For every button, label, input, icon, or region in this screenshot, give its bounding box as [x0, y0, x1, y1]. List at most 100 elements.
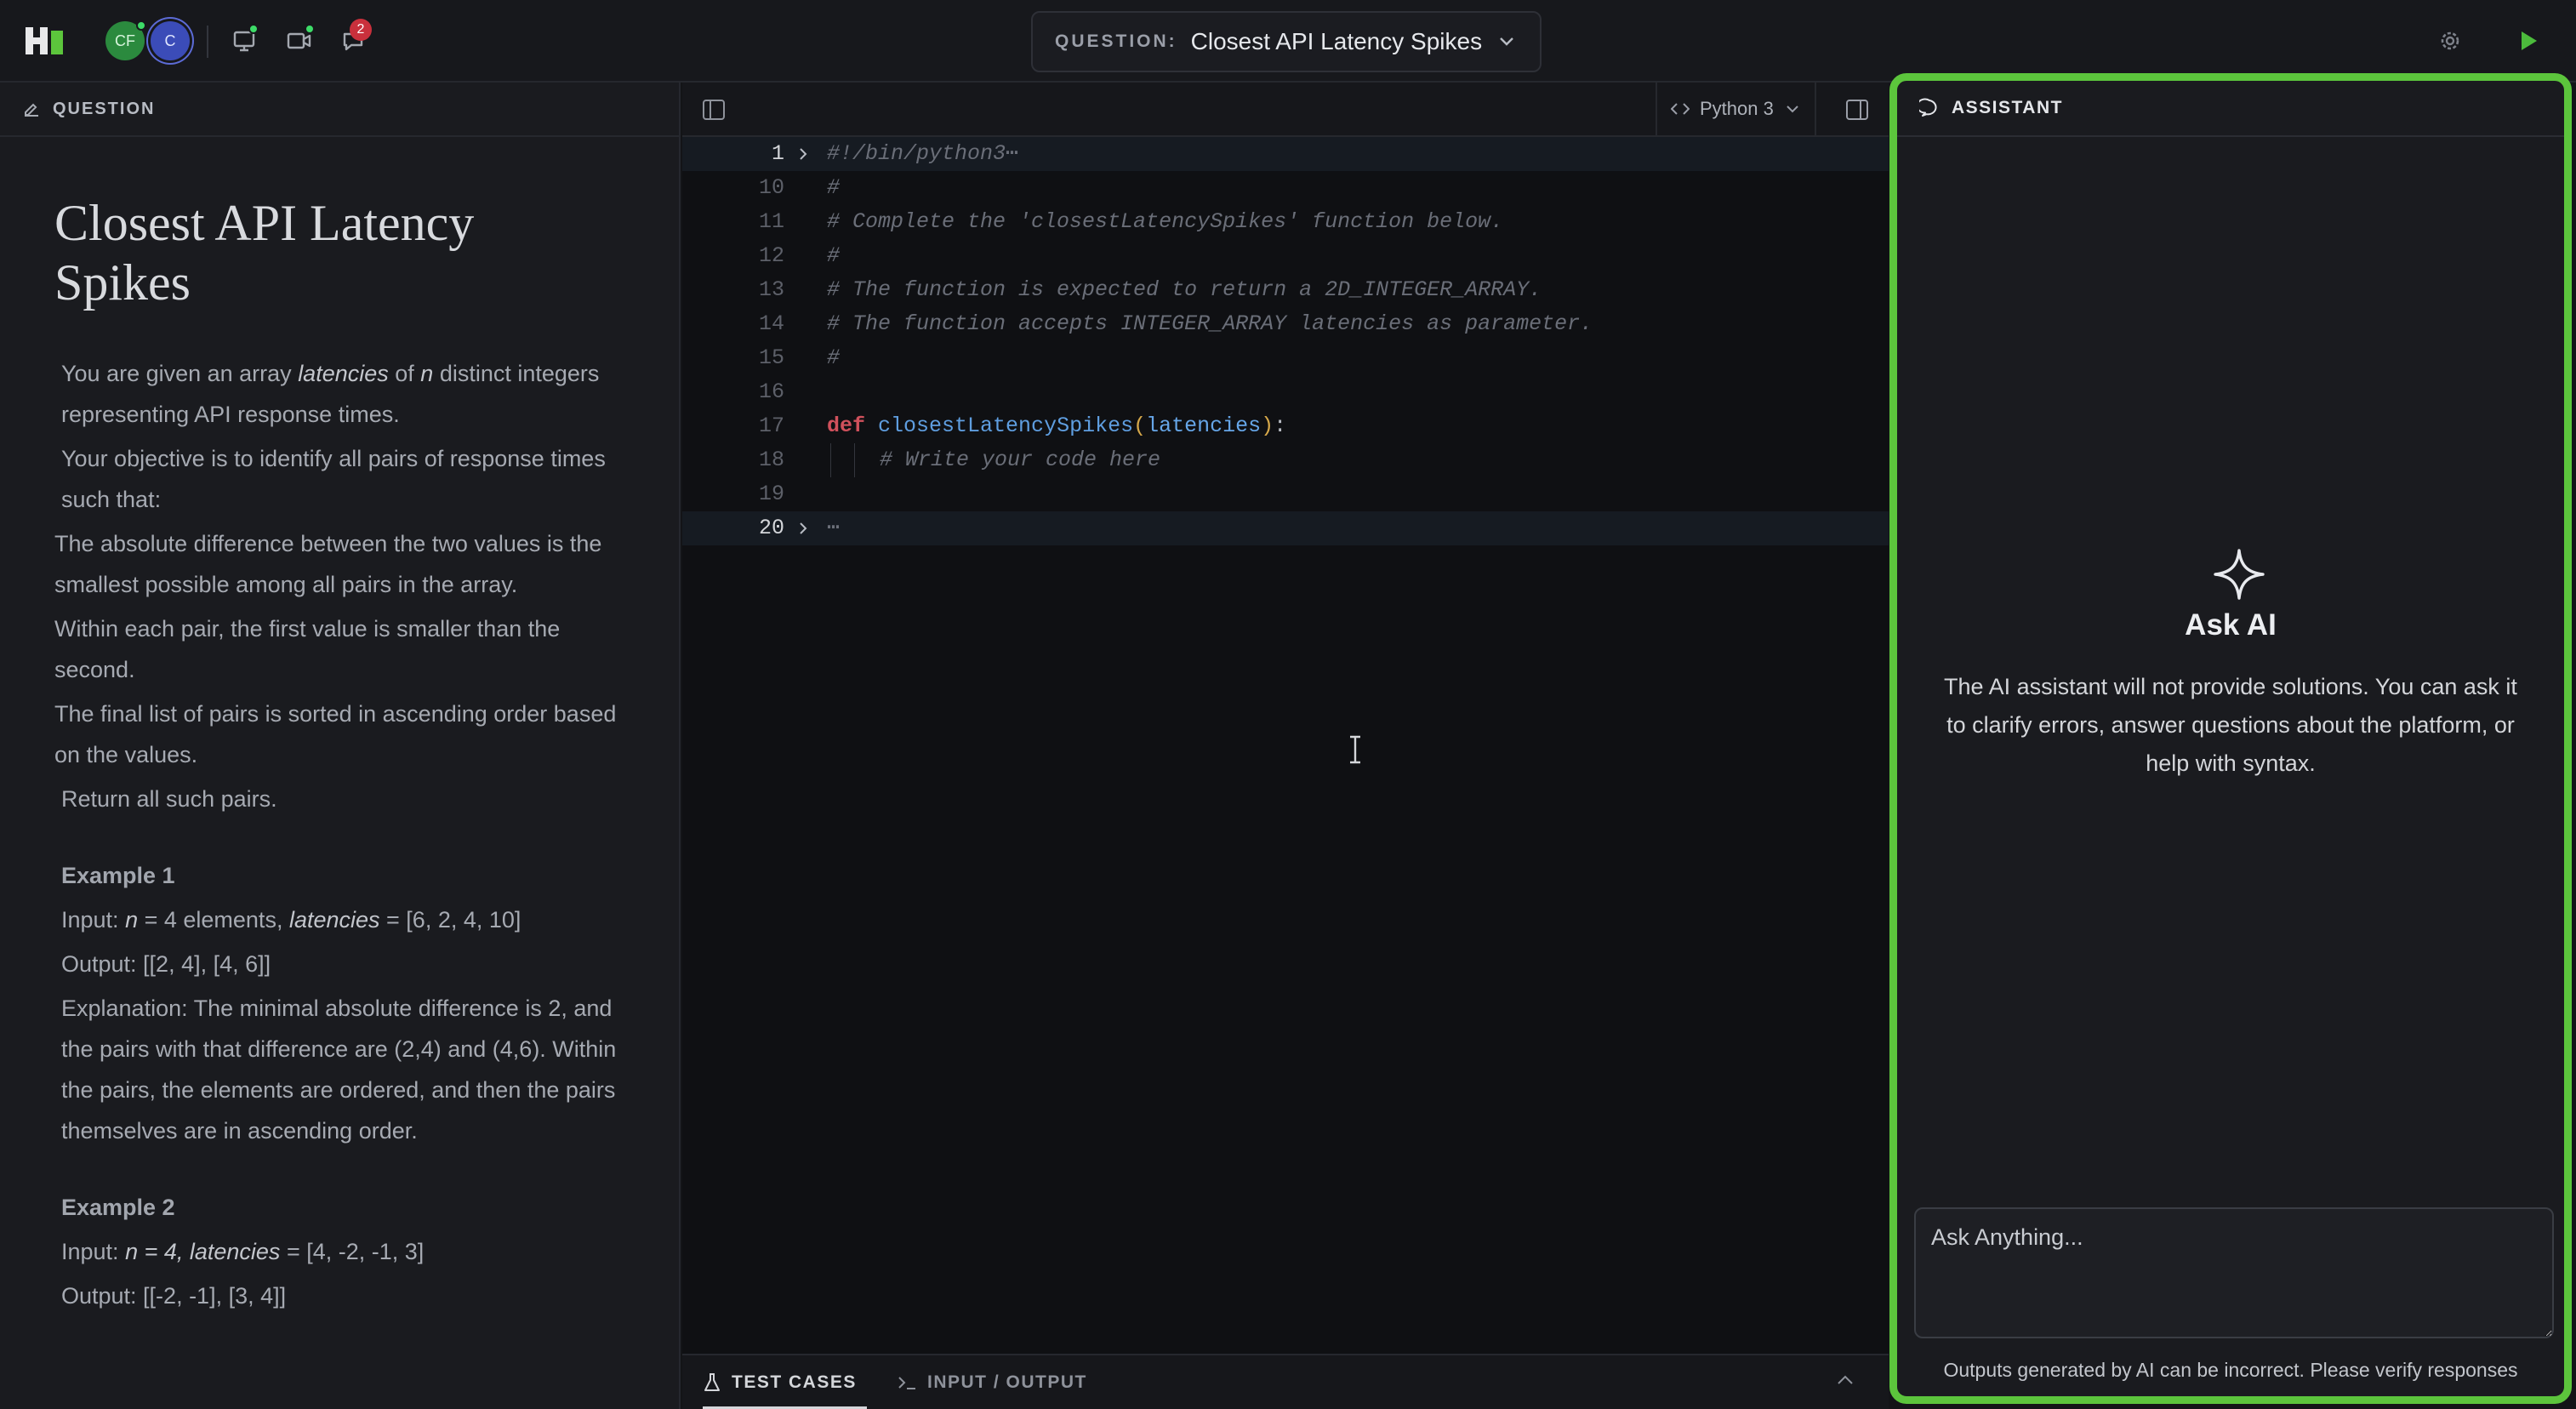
example-output: Output: [[-2, -1], [3, 4]] [61, 1283, 287, 1309]
language-selector[interactable]: Python 3 [1656, 83, 1816, 135]
colon: : [1274, 414, 1287, 438]
code-line[interactable]: 11 # Complete the 'closestLatencySpikes'… [682, 205, 1889, 239]
assistant-description: The AI assistant will not provide soluti… [1944, 674, 2517, 776]
function-name: closestLatencySpikes [878, 414, 1134, 438]
terminal-icon [898, 1376, 915, 1389]
editor-toolbar: Python 3 [682, 83, 1889, 137]
editor-bottom-bar: TEST CASES INPUT / OUTPUT [682, 1354, 1889, 1409]
comment: #!/bin/python3 [827, 141, 1006, 166]
code-line[interactable]: 12 # [682, 239, 1889, 273]
avatar-c[interactable]: C [151, 21, 190, 60]
line-number: 10 [758, 175, 784, 200]
tab-input-output[interactable]: INPUT / OUTPUT [897, 1355, 1087, 1409]
code-text: # [827, 345, 841, 370]
code-line[interactable]: 17 def closestLatencySpikes(latencies): [682, 409, 1889, 443]
code-line[interactable]: 19 [682, 477, 1889, 511]
code-line[interactable]: 1 #!/bin/python3⋯ [682, 137, 1889, 171]
fold-chevron-icon[interactable] [796, 522, 810, 535]
line-number: 16 [758, 379, 784, 404]
code-editor[interactable]: Python 3 1 #!/bin/python3⋯ 10 # 11 # Com… [682, 83, 1889, 1409]
rule-item: The final list of pairs is sorted in asc… [54, 701, 617, 767]
code-text: # The function is expected to return a 2… [827, 277, 1542, 302]
example-title: Example 2 [61, 1195, 175, 1220]
parameter: latencies [1146, 414, 1262, 438]
code-line[interactable]: 15 # [682, 341, 1889, 375]
question-selector[interactable]: QUESTION: Closest API Latency Spikes [1031, 11, 1542, 72]
text: of [388, 361, 421, 386]
assistant-label: ASSISTANT [1952, 98, 2063, 117]
objective-paragraph: Your objective is to identify all pairs … [61, 446, 606, 512]
question-label: QUESTION: [1055, 31, 1177, 51]
variable: latencies [288, 907, 380, 933]
question-panel: QUESTION Closest API Latency Spikes You … [0, 83, 681, 1409]
chevron-down-icon [1787, 106, 1798, 113]
question-title: Closest API Latency Spikes [1190, 28, 1483, 54]
variable: n [420, 361, 434, 386]
fold-chevron-icon[interactable] [796, 147, 810, 161]
code-text: # [827, 175, 841, 200]
code-text: # Write your code here [880, 448, 1161, 472]
paren: ( [1133, 414, 1147, 438]
example-title: Example 1 [61, 863, 175, 888]
tab-test-cases[interactable]: TEST CASES [703, 1355, 867, 1409]
line-number: 11 [758, 209, 784, 234]
keyword: def [827, 414, 866, 438]
line-number: 14 [758, 311, 784, 336]
question-description: You are given an array latencies of n di… [54, 353, 633, 1320]
text: = 4 elements, [138, 907, 289, 933]
run-icon[interactable] [2511, 24, 2545, 58]
example-explanation: Explanation: The minimal absolute differ… [61, 995, 617, 1144]
logo-icon[interactable] [26, 27, 63, 54]
line-number: 15 [758, 345, 784, 370]
variable: n = 4, latencies [125, 1239, 281, 1264]
question-panel-label: QUESTION [53, 99, 156, 118]
line-number: 12 [758, 243, 784, 268]
question-panel-header: QUESTION [0, 83, 679, 137]
text: You are given an array [61, 361, 299, 386]
text: Input: [61, 1239, 126, 1264]
tab-label: INPUT / OUTPUT [927, 1372, 1087, 1392]
tab-label: TEST CASES [732, 1372, 857, 1392]
example-input: Input: n = 4 elements, latencies = [6, 2… [54, 899, 633, 940]
divider [207, 26, 208, 58]
online-indicator [136, 20, 146, 31]
avatar-initials: CF [115, 31, 135, 49]
folded-ellipsis: ⋯ [827, 516, 841, 540]
example-input: Input: n = 4, latencies = [4, -2, -1, 3] [54, 1231, 633, 1272]
text-cursor-icon [1350, 735, 1360, 764]
code-text: def closestLatencySpikes(latencies): [827, 409, 1286, 443]
sidebar-toggle-icon[interactable] [701, 98, 727, 122]
code-text: # Complete the 'closestLatencySpikes' fu… [827, 209, 1504, 234]
code-text: # The function accepts INTEGER_ARRAY lat… [827, 311, 1593, 336]
chevron-down-icon [1500, 37, 1513, 46]
active-indicator [305, 24, 315, 34]
chat-bubble-icon [1919, 98, 1937, 117]
top-bar: CF C 2 QUESTION: Closest API Latency Spi… [0, 0, 2576, 83]
sidebar-toggle-icon[interactable] [1844, 98, 1870, 122]
return-paragraph: Return all such pairs. [61, 786, 277, 812]
ai-disclaimer: Outputs generated by AI can be incorrect… [1943, 1359, 2518, 1381]
paren: ) [1261, 414, 1274, 438]
folded-ellipsis: ⋯ [1006, 141, 1019, 166]
intro-paragraph: You are given an array latencies of n di… [54, 353, 633, 435]
code-line[interactable]: 16 [682, 375, 1889, 409]
settings-icon[interactable] [2435, 26, 2465, 56]
code-area[interactable]: 1 #!/bin/python3⋯ 10 # 11 # Complete the… [682, 137, 1889, 545]
chevron-up-icon[interactable] [1836, 1374, 1855, 1386]
line-number: 18 [758, 448, 784, 472]
code-line[interactable]: 13 # The function is expected to return … [682, 273, 1889, 307]
code-line[interactable]: 14 # The function accepts INTEGER_ARRAY … [682, 307, 1889, 341]
example-output: Output: [[2, 4], [4, 6]] [61, 951, 271, 977]
ask-input[interactable] [1914, 1207, 2554, 1338]
indent-guide [854, 443, 855, 477]
text: = [4, -2, -1, 3] [280, 1239, 425, 1264]
assistant-header: ASSISTANT [1897, 81, 2564, 137]
line-number: 1 [771, 141, 784, 166]
active-indicator [248, 24, 259, 34]
code-line[interactable]: 18 # Write your code here [682, 443, 1889, 477]
assistant-title: Ask AI [2185, 608, 2277, 642]
language-label: Python 3 [1700, 98, 1774, 119]
code-text: #!/bin/python3⋯ [827, 137, 1018, 171]
code-line[interactable]: 10 # [682, 171, 1889, 205]
code-line[interactable]: 20 ⋯ [682, 511, 1889, 545]
